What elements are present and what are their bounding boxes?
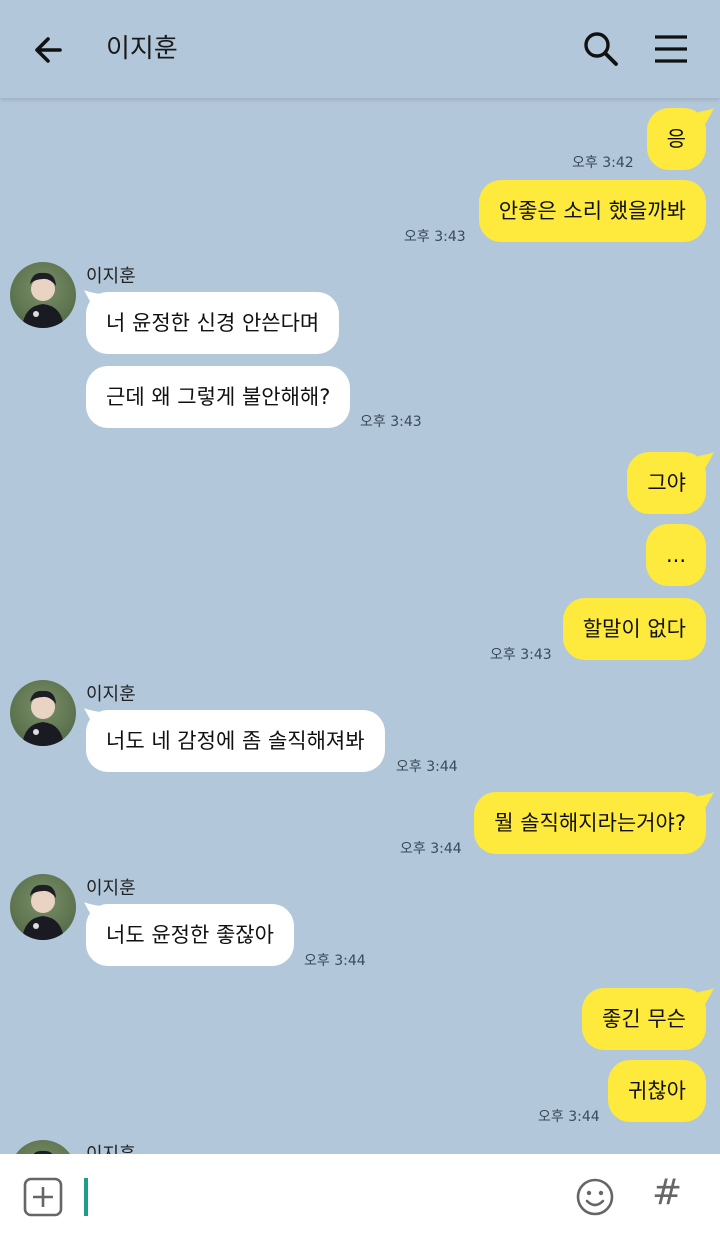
avatar[interactable] — [10, 680, 76, 746]
profile-photo-icon — [33, 1150, 53, 1154]
arrow-left-icon — [35, 37, 62, 63]
back-button[interactable] — [30, 30, 70, 70]
sender-name: 이지훈 — [86, 266, 136, 287]
sender-name: 이지훈 — [86, 1140, 136, 1154]
my-message-bubble[interactable]: 할말이 없다 — [562, 598, 706, 660]
message-time: 오후 3:42 — [572, 155, 634, 171]
hamburger-menu-icon — [655, 35, 687, 63]
chat-title: 이지훈 — [106, 34, 178, 64]
profile-photo-icon — [22, 690, 64, 746]
avatar[interactable] — [10, 874, 76, 940]
avatar[interactable] — [10, 262, 76, 328]
message-time: 오후 3:43 — [360, 414, 422, 430]
other-message-bubble[interactable]: 너도 네 감정에 좀 솔직해져봐 — [86, 710, 385, 772]
message-list[interactable]: 오후 3:42 응 오후 3:43 안좋은 소리 했을까봐 이지훈 너 윤정한 … — [0, 98, 720, 1154]
my-message-bubble[interactable]: 귀찮아 — [608, 1060, 706, 1122]
message-input-cursor[interactable] — [84, 1178, 88, 1216]
message-input-bar: # — [0, 1154, 720, 1238]
emoji-icon — [576, 1178, 614, 1216]
plus-square-icon — [23, 1177, 63, 1217]
message-time: 오후 3:44 — [396, 759, 458, 775]
my-message-bubble[interactable]: 그야 — [627, 452, 706, 514]
my-message-bubble[interactable]: 안좋은 소리 했을까봐 — [478, 180, 706, 242]
sender-name: 이지훈 — [86, 684, 136, 705]
search-icon — [584, 32, 618, 66]
emoji-button[interactable] — [574, 1176, 616, 1218]
message-time: 오후 3:44 — [538, 1109, 600, 1125]
profile-photo-icon — [22, 272, 64, 328]
my-message-bubble[interactable]: ... — [645, 524, 706, 586]
message-time: 오후 3:44 — [304, 953, 366, 969]
profile-photo-icon — [22, 884, 64, 940]
menu-button[interactable] — [650, 28, 692, 70]
avatar[interactable] — [10, 1140, 76, 1154]
sender-name: 이지훈 — [86, 878, 136, 899]
other-message-bubble[interactable]: 근데 왜 그렇게 불안해해? — [86, 366, 351, 428]
hashtag-button[interactable]: # — [652, 1172, 682, 1214]
my-message-bubble[interactable]: 좋긴 무슨 — [582, 988, 706, 1050]
bubble-tail — [698, 108, 714, 126]
other-message-bubble[interactable]: 너 윤정한 신경 안쓴다며 — [86, 292, 340, 354]
attach-button[interactable] — [22, 1176, 64, 1218]
my-message-bubble[interactable]: 뭘 솔직해지라는거야? — [474, 792, 706, 854]
message-time: 오후 3:43 — [404, 229, 466, 245]
search-button[interactable] — [580, 28, 622, 70]
message-time: 오후 3:43 — [490, 647, 552, 663]
chat-header: 이지훈 — [0, 0, 720, 98]
message-time: 오후 3:44 — [400, 841, 462, 857]
other-message-bubble[interactable]: 너도 윤정한 좋잖아 — [86, 904, 294, 966]
